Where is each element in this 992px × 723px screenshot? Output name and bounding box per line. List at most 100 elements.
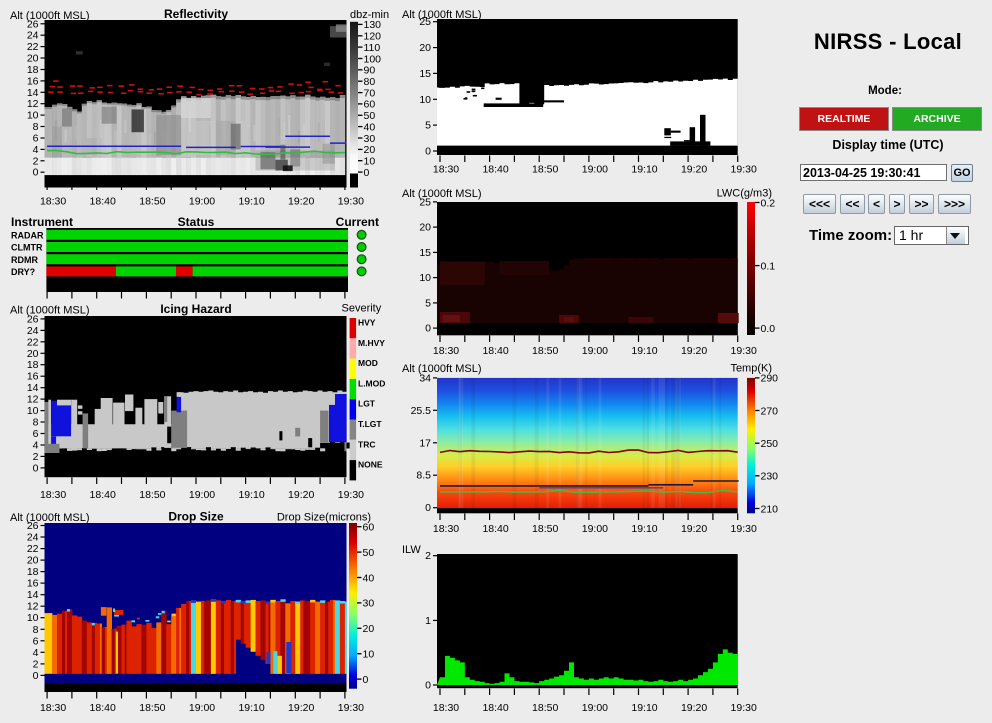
svg-text:5: 5 xyxy=(425,297,431,309)
svg-text:18:50: 18:50 xyxy=(139,702,165,714)
svg-text:19:20: 19:20 xyxy=(681,345,707,357)
svg-text:24: 24 xyxy=(27,325,39,337)
svg-text:19:30: 19:30 xyxy=(338,702,364,714)
svg-text:10: 10 xyxy=(419,94,431,106)
svg-text:TRC: TRC xyxy=(358,439,375,449)
svg-text:10: 10 xyxy=(363,649,375,661)
svg-text:2: 2 xyxy=(33,155,39,167)
svg-text:Alt (1000ft MSL): Alt (1000ft MSL) xyxy=(10,305,89,317)
svg-text:RDMR: RDMR xyxy=(11,255,38,265)
svg-text:18:30: 18:30 xyxy=(40,702,66,714)
svg-text:12: 12 xyxy=(27,601,39,613)
svg-text:22: 22 xyxy=(27,336,39,348)
svg-text:Status: Status xyxy=(178,215,215,229)
svg-text:18:40: 18:40 xyxy=(90,196,116,208)
svg-text:19:20: 19:20 xyxy=(681,523,707,535)
svg-text:19:00: 19:00 xyxy=(582,345,608,357)
svg-text:18:30: 18:30 xyxy=(40,489,66,501)
svg-text:15: 15 xyxy=(419,247,431,259)
svg-text:20: 20 xyxy=(419,222,431,234)
svg-text:0: 0 xyxy=(33,167,39,179)
svg-text:18:50: 18:50 xyxy=(139,196,165,208)
svg-text:26: 26 xyxy=(27,18,39,30)
svg-text:20: 20 xyxy=(27,348,39,360)
svg-text:19:10: 19:10 xyxy=(631,702,657,714)
svg-text:19:20: 19:20 xyxy=(288,489,314,501)
svg-text:18: 18 xyxy=(27,64,39,76)
svg-text:12: 12 xyxy=(27,394,39,406)
svg-text:110: 110 xyxy=(364,42,381,54)
svg-text:Alt (1000ft MSL): Alt (1000ft MSL) xyxy=(402,188,481,200)
svg-text:Icing Hazard: Icing Hazard xyxy=(160,302,231,316)
svg-text:6: 6 xyxy=(33,635,39,647)
svg-text:Instrument: Instrument xyxy=(11,215,73,229)
svg-text:18:30: 18:30 xyxy=(433,164,459,176)
svg-text:T.LGT: T.LGT xyxy=(358,419,382,429)
svg-text:16: 16 xyxy=(27,578,39,590)
svg-text:18:50: 18:50 xyxy=(532,702,558,714)
svg-text:16: 16 xyxy=(27,371,39,383)
svg-text:14: 14 xyxy=(27,87,39,99)
svg-text:80: 80 xyxy=(364,76,376,88)
svg-text:22: 22 xyxy=(27,41,39,53)
svg-text:120: 120 xyxy=(364,31,382,43)
svg-text:L.MOD: L.MOD xyxy=(358,378,385,388)
svg-text:19:10: 19:10 xyxy=(631,164,657,176)
svg-text:0: 0 xyxy=(33,462,39,474)
svg-text:34: 34 xyxy=(419,372,431,384)
svg-text:50: 50 xyxy=(364,110,376,122)
svg-text:15: 15 xyxy=(419,68,431,80)
svg-text:0: 0 xyxy=(33,670,39,682)
svg-text:4: 4 xyxy=(33,440,39,452)
svg-text:40: 40 xyxy=(364,121,376,133)
svg-text:210: 210 xyxy=(761,503,779,515)
svg-text:130: 130 xyxy=(364,19,382,31)
svg-text:60: 60 xyxy=(364,99,376,111)
svg-text:290: 290 xyxy=(761,373,779,385)
svg-text:19:20: 19:20 xyxy=(681,702,707,714)
svg-text:19:00: 19:00 xyxy=(189,196,215,208)
svg-text:19:00: 19:00 xyxy=(189,702,215,714)
svg-text:2: 2 xyxy=(33,658,39,670)
svg-text:10: 10 xyxy=(27,110,39,122)
svg-text:M.HVY: M.HVY xyxy=(358,338,385,348)
svg-text:90: 90 xyxy=(364,65,376,77)
svg-text:18:30: 18:30 xyxy=(433,345,459,357)
svg-text:Reflectivity: Reflectivity xyxy=(164,7,228,21)
svg-text:1: 1 xyxy=(425,615,431,627)
svg-text:6: 6 xyxy=(33,133,39,145)
svg-text:230: 230 xyxy=(761,471,779,483)
svg-text:Drop Size: Drop Size xyxy=(168,510,224,524)
svg-text:8.5: 8.5 xyxy=(416,470,431,482)
svg-text:8: 8 xyxy=(33,417,39,429)
svg-text:60: 60 xyxy=(363,522,375,534)
svg-text:5: 5 xyxy=(425,120,431,132)
svg-text:19:20: 19:20 xyxy=(681,164,707,176)
svg-text:19:10: 19:10 xyxy=(238,196,264,208)
svg-text:CLMTR: CLMTR xyxy=(11,243,43,253)
svg-text:270: 270 xyxy=(761,405,779,417)
svg-text:2: 2 xyxy=(33,451,39,463)
svg-text:0.1: 0.1 xyxy=(761,260,776,272)
svg-text:18:40: 18:40 xyxy=(482,345,508,357)
svg-text:18:30: 18:30 xyxy=(40,196,66,208)
svg-text:24: 24 xyxy=(27,532,39,544)
svg-text:19:00: 19:00 xyxy=(582,523,608,535)
svg-text:17: 17 xyxy=(419,437,431,449)
svg-text:18:50: 18:50 xyxy=(532,523,558,535)
svg-text:18:40: 18:40 xyxy=(482,523,508,535)
svg-text:19:20: 19:20 xyxy=(288,702,314,714)
svg-text:19:10: 19:10 xyxy=(631,523,657,535)
svg-text:19:00: 19:00 xyxy=(582,702,608,714)
svg-text:20: 20 xyxy=(27,555,39,567)
svg-text:250: 250 xyxy=(761,438,779,450)
svg-text:19:30: 19:30 xyxy=(731,702,757,714)
svg-text:20: 20 xyxy=(419,42,431,54)
svg-text:Current: Current xyxy=(336,215,379,229)
svg-text:19:00: 19:00 xyxy=(582,164,608,176)
svg-text:25: 25 xyxy=(419,16,431,28)
svg-text:12: 12 xyxy=(27,98,39,110)
svg-text:19:10: 19:10 xyxy=(238,489,264,501)
svg-text:10: 10 xyxy=(27,405,39,417)
svg-text:0: 0 xyxy=(364,167,370,179)
